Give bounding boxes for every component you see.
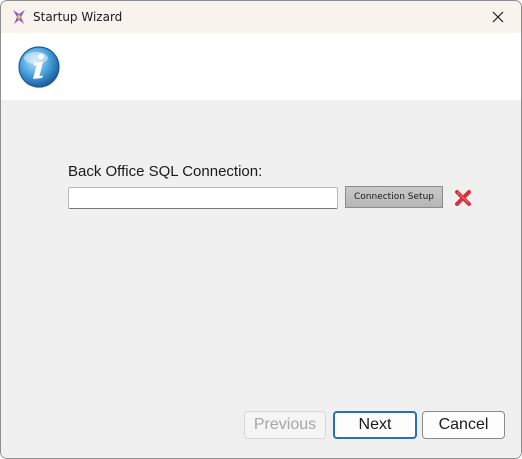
window-title: Startup Wizard xyxy=(33,10,123,24)
connection-setup-button[interactable]: Connection Setup xyxy=(345,186,443,208)
wizard-header xyxy=(1,33,521,100)
connection-label: Back Office SQL Connection: xyxy=(68,163,263,180)
wizard-content: Back Office SQL Connection: Connection S… xyxy=(1,100,521,458)
next-button[interactable]: Next xyxy=(333,411,417,439)
close-icon xyxy=(492,11,504,23)
title-bar: Startup Wizard xyxy=(1,1,521,33)
cancel-button[interactable]: Cancel xyxy=(422,411,505,439)
close-button[interactable] xyxy=(475,1,521,33)
red-x-icon[interactable] xyxy=(454,189,472,207)
previous-button[interactable]: Previous xyxy=(244,411,326,439)
connection-field[interactable] xyxy=(68,187,338,209)
info-icon xyxy=(18,46,60,88)
startup-wizard-window: Startup Wizard Back Office SQL Connectio… xyxy=(0,0,522,459)
wizard-icon xyxy=(13,10,25,24)
